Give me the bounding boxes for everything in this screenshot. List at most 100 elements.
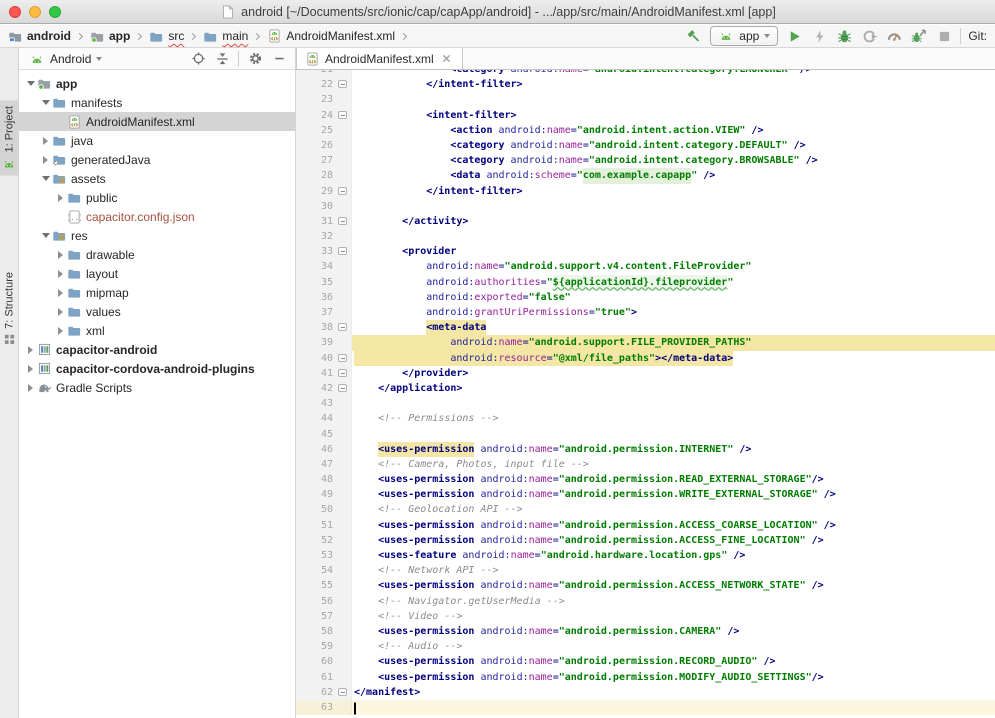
chevron-right-icon[interactable] [25, 365, 36, 373]
breadcrumb-item-android[interactable]: android [7, 28, 71, 44]
code-line-30[interactable]: 30 [296, 199, 995, 214]
tree-item-values[interactable]: values [19, 302, 295, 321]
tree-item-generatedjava[interactable]: generatedJava [19, 150, 295, 169]
fold-marker-icon[interactable] [338, 80, 347, 88]
code-line-55[interactable]: 55 <uses-permission android:name="androi… [296, 578, 995, 593]
code-line-29[interactable]: 29 </intent-filter> [296, 184, 995, 199]
chevron-down-icon[interactable] [40, 233, 51, 238]
tab-androidmanifest[interactable]: AndroidManifest.xml [296, 48, 463, 69]
fold-marker-icon[interactable] [338, 688, 347, 696]
git-widget[interactable]: Git: [968, 29, 989, 43]
close-window-button[interactable] [9, 6, 21, 18]
run-config-select[interactable]: app [710, 26, 778, 46]
apply-changes-button[interactable] [810, 27, 828, 45]
code-line-39[interactable]: 39 android:name="android.support.FILE_PR… [296, 335, 995, 350]
attach-debugger-button[interactable] [910, 27, 928, 45]
code-line-49[interactable]: 49 <uses-permission android:name="androi… [296, 487, 995, 502]
code-line-57[interactable]: 57 <!-- Video --> [296, 609, 995, 624]
code-line-59[interactable]: 59 <!-- Audio --> [296, 639, 995, 654]
code-line-50[interactable]: 50 <!-- Geolocation API --> [296, 502, 995, 517]
code-line-54[interactable]: 54 <!-- Network API --> [296, 563, 995, 578]
tree-item-layout[interactable]: layout [19, 264, 295, 283]
code-line-53[interactable]: 53 <uses-feature android:name="android.h… [296, 548, 995, 563]
stop-button[interactable] [935, 27, 953, 45]
code-line-41[interactable]: 41 </provider> [296, 366, 995, 381]
code-line-60[interactable]: 60 <uses-permission android:name="androi… [296, 654, 995, 669]
chevron-right-icon[interactable] [25, 384, 36, 392]
code-line-36[interactable]: 36 android:exported="false" [296, 290, 995, 305]
tree-item-drawable[interactable]: drawable [19, 245, 295, 264]
code-line-31[interactable]: 31 </activity> [296, 214, 995, 229]
project-view-selector[interactable]: Android [50, 52, 91, 66]
code-line-27[interactable]: 27 <category android:name="android.inten… [296, 153, 995, 168]
code-line-56[interactable]: 56 <!-- Navigator.getUserMedia --> [296, 594, 995, 609]
code-line-45[interactable]: 45 [296, 427, 995, 442]
run-button[interactable] [785, 27, 803, 45]
tree-item-gradle-scripts[interactable]: Gradle Scripts [19, 378, 295, 397]
chevron-down-icon[interactable] [25, 81, 36, 86]
debug-button[interactable] [835, 27, 853, 45]
code-line-44[interactable]: 44 <!-- Permissions --> [296, 411, 995, 426]
code-line-40[interactable]: 40 android:resource="@xml/file_paths"></… [296, 351, 995, 366]
fold-marker-icon[interactable] [338, 217, 347, 225]
tree-item-androidmanifest-xml[interactable]: AndroidManifest.xml [19, 112, 295, 131]
profile-button[interactable] [885, 27, 903, 45]
tool-window-tab-structure[interactable]: 7: Structure [0, 266, 19, 351]
locate-file-button[interactable] [190, 51, 206, 67]
chevron-right-icon[interactable] [55, 327, 66, 335]
tool-window-tab-project[interactable]: 1: Project [0, 100, 19, 175]
code-line-63[interactable]: 63 [296, 700, 995, 715]
tree-item-capacitor-android[interactable]: capacitor-android [19, 340, 295, 359]
tree-item-app[interactable]: app [19, 74, 295, 93]
tree-item-java[interactable]: java [19, 131, 295, 150]
code-line-43[interactable]: 43 [296, 396, 995, 411]
code-line-26[interactable]: 26 <category android:name="android.inten… [296, 138, 995, 153]
fold-marker-icon[interactable] [338, 369, 347, 377]
code-line-61[interactable]: 61 <uses-permission android:name="androi… [296, 670, 995, 685]
close-tab-icon[interactable] [439, 51, 455, 67]
build-button[interactable] [685, 27, 703, 45]
fold-marker-icon[interactable] [338, 384, 347, 392]
attach-profiler-button[interactable] [860, 27, 878, 45]
chevron-down-icon[interactable] [40, 176, 51, 181]
code-line-47[interactable]: 47 <!-- Camera, Photos, input file --> [296, 457, 995, 472]
chevron-right-icon[interactable] [55, 194, 66, 202]
code-line-58[interactable]: 58 <uses-permission android:name="androi… [296, 624, 995, 639]
code-line-52[interactable]: 52 <uses-permission android:name="androi… [296, 533, 995, 548]
breadcrumb-item-src[interactable]: src [148, 28, 184, 44]
code-line-23[interactable]: 23 [296, 92, 995, 107]
breadcrumb-item-androidmanifest-xml[interactable]: AndroidManifest.xml [266, 28, 395, 44]
code-line-34[interactable]: 34 android:name="android.support.v4.cont… [296, 259, 995, 274]
tree-item-mipmap[interactable]: mipmap [19, 283, 295, 302]
code-line-42[interactable]: 42 </application> [296, 381, 995, 396]
fold-marker-icon[interactable] [338, 247, 347, 255]
tree-item-public[interactable]: public [19, 188, 295, 207]
code-line-28[interactable]: 28 <data android:scheme="com.example.cap… [296, 168, 995, 183]
chevron-right-icon[interactable] [55, 251, 66, 259]
code-line-21[interactable]: 21 <category android:name="android.inten… [296, 70, 995, 77]
chevron-down-icon[interactable] [40, 100, 51, 105]
code-line-46[interactable]: 46 <uses-permission android:name="androi… [296, 442, 995, 457]
tree-item-manifests[interactable]: manifests [19, 93, 295, 112]
fold-marker-icon[interactable] [338, 111, 347, 119]
code-line-22[interactable]: 22 </intent-filter> [296, 77, 995, 92]
chevron-right-icon[interactable] [55, 308, 66, 316]
chevron-right-icon[interactable] [40, 137, 51, 145]
code-line-32[interactable]: 32 [296, 229, 995, 244]
tree-item-res[interactable]: res [19, 226, 295, 245]
code-line-37[interactable]: 37 android:grantUriPermissions="true"> [296, 305, 995, 320]
tree-item-xml[interactable]: xml [19, 321, 295, 340]
minimize-window-button[interactable] [29, 6, 41, 18]
settings-gear-button[interactable] [247, 51, 263, 67]
code-line-62[interactable]: 62</manifest> [296, 685, 995, 700]
code-line-33[interactable]: 33 <provider [296, 244, 995, 259]
breadcrumb-item-app[interactable]: app [89, 28, 130, 44]
chevron-right-icon[interactable] [55, 270, 66, 278]
chevron-right-icon[interactable] [25, 346, 36, 354]
code-line-24[interactable]: 24 <intent-filter> [296, 108, 995, 123]
zoom-window-button[interactable] [49, 6, 61, 18]
tree-item-capacitor-cordova-android-plugins[interactable]: capacitor-cordova-android-plugins [19, 359, 295, 378]
collapse-all-button[interactable] [214, 51, 230, 67]
hide-panel-button[interactable] [271, 51, 287, 67]
code-line-38[interactable]: 38 <meta-data [296, 320, 995, 335]
